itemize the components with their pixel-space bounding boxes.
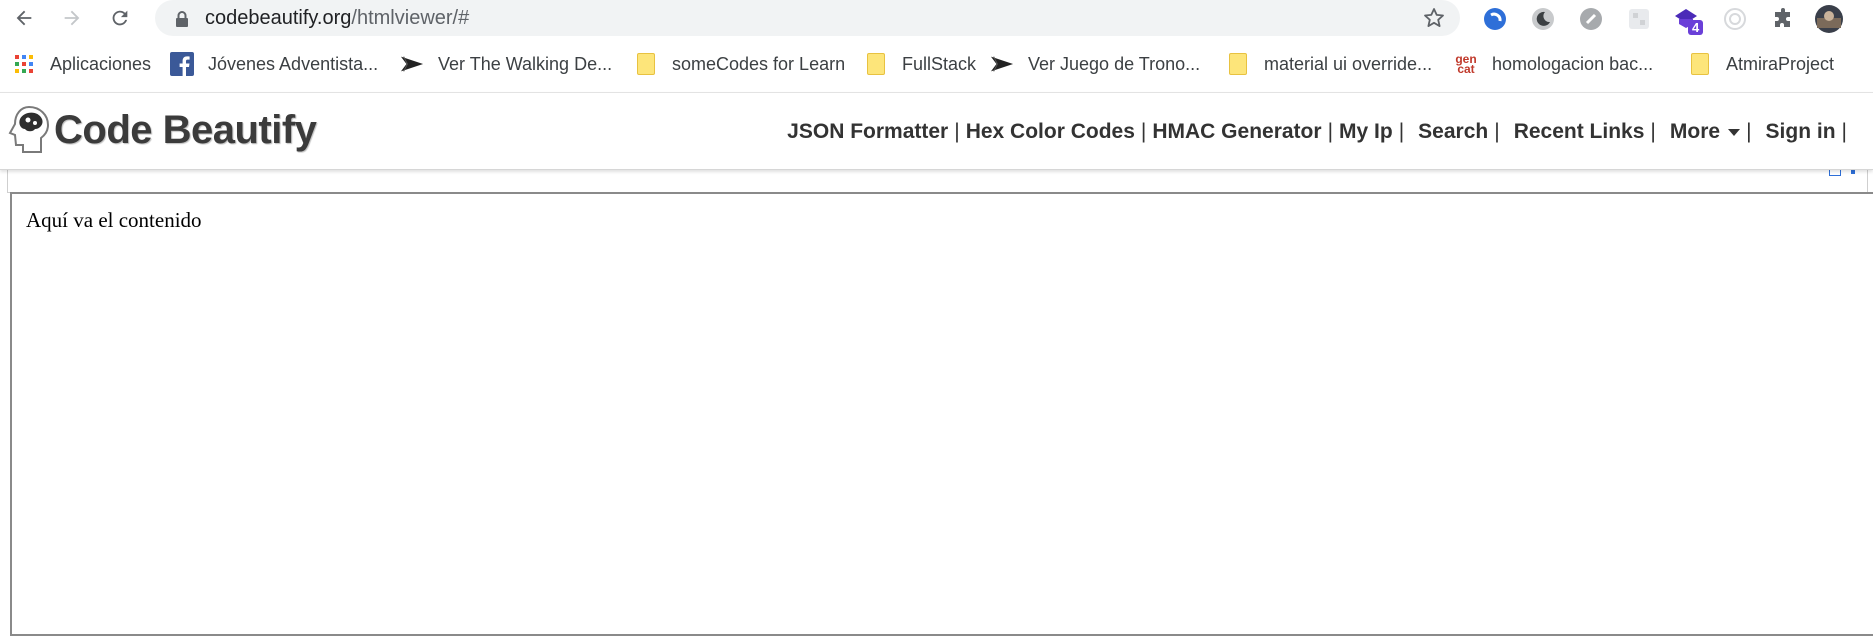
- bookmark-walking-dead[interactable]: Ver The Walking De...: [400, 50, 612, 78]
- site-nav-menu: JSON Formatter | Hex Color Codes | HMAC …: [787, 120, 1853, 144]
- logo-text: Code Beautify: [54, 107, 317, 152]
- nav-separator: |: [954, 120, 960, 143]
- back-arrow-icon: [16, 10, 32, 26]
- bookmark-label: Jóvenes Adventista...: [208, 53, 379, 74]
- bookmark-label: Ver Juego de Trono...: [1028, 53, 1201, 74]
- nav-hex-color-codes[interactable]: Hex Color Codes: [966, 120, 1135, 144]
- bookmark-homologacion[interactable]: gen cat homologacion bac...: [1454, 50, 1653, 78]
- extension-badge-count: 4: [1688, 20, 1704, 35]
- bookmark-atmira[interactable]: AtmiraProject: [1688, 50, 1834, 78]
- bookmark-juego-de-tronos[interactable]: Ver Juego de Trono...: [990, 50, 1200, 78]
- folder-icon: [1226, 52, 1250, 76]
- nav-more-dropdown[interactable]: More: [1669, 120, 1741, 144]
- site-icon: [990, 52, 1014, 76]
- url-host: codebeautify.org: [205, 7, 352, 29]
- grid-extension-icon[interactable]: [1624, 4, 1654, 34]
- bookmark-label: someCodes for Learn: [672, 53, 846, 74]
- url-path: /htmlviewer/#: [351, 7, 470, 29]
- bookmark-somecodes[interactable]: someCodes for Learn: [634, 50, 845, 78]
- nav-separator: |: [1650, 120, 1656, 143]
- dark-mode-icon[interactable]: [1528, 4, 1558, 34]
- bookmark-label: Ver The Walking De...: [438, 53, 613, 74]
- apps-grid-icon: [12, 52, 36, 76]
- gencat-icon: gen cat: [1454, 52, 1478, 76]
- nav-search[interactable]: Search: [1418, 120, 1488, 144]
- bookmark-label: homologacion bac...: [1492, 53, 1654, 74]
- target-icon[interactable]: [1720, 4, 1750, 34]
- nav-separator: |: [1327, 120, 1334, 143]
- bookmark-label: material ui override...: [1264, 53, 1433, 74]
- bookmark-label: Aplicaciones: [50, 53, 152, 74]
- profile-avatar[interactable]: [1814, 4, 1844, 34]
- reload-button[interactable]: [104, 2, 136, 34]
- lock-icon: [176, 11, 188, 27]
- puzzle-icon[interactable]: [1768, 4, 1798, 34]
- bookmark-jovenes[interactable]: Jóvenes Adventista...: [170, 50, 378, 78]
- folder-icon: [1688, 52, 1712, 76]
- extension-badge-icon[interactable]: 4: [1672, 4, 1704, 35]
- nav-json-formatter[interactable]: JSON Formatter: [787, 120, 948, 144]
- url-text[interactable]: codebeautify.org/htmlviewer/#: [205, 7, 469, 30]
- viewer-content-text: Aquí va el contenido: [26, 208, 202, 232]
- bookmark-material-ui[interactable]: material ui override...: [1226, 50, 1432, 78]
- bookmark-fullstack[interactable]: FullStack: [864, 50, 976, 78]
- viewer-toolbar-strip: [7, 164, 1868, 193]
- nav-more-label: More: [1669, 120, 1721, 143]
- nav-separator: |: [1841, 120, 1847, 143]
- head-gear-logo-icon: [8, 105, 50, 153]
- site-icon: [400, 52, 424, 76]
- forward-arrow-icon: [64, 10, 80, 26]
- bookmark-label: FullStack: [902, 53, 977, 74]
- site-logo[interactable]: Code Beautify: [6, 103, 317, 157]
- bookmark-aplicaciones[interactable]: Aplicaciones: [12, 50, 151, 78]
- site-header: Code Beautify JSON Formatter | Hex Color…: [0, 92, 1873, 170]
- reload-icon: [112, 10, 128, 26]
- bookmark-star-icon[interactable]: [1422, 6, 1446, 30]
- nav-separator: |: [1494, 120, 1500, 143]
- nav-separator: |: [1140, 120, 1147, 143]
- folder-icon: [634, 52, 658, 76]
- folder-icon: [864, 52, 888, 76]
- gencat-line2: cat: [1457, 62, 1475, 76]
- link-icon[interactable]: [1576, 4, 1606, 34]
- forward-button[interactable]: [56, 2, 88, 34]
- nav-hmac-generator[interactable]: HMAC Generator: [1152, 120, 1321, 144]
- extension-blue-icon[interactable]: [1480, 4, 1510, 34]
- back-button[interactable]: [8, 2, 40, 34]
- nav-separator: |: [1746, 120, 1752, 143]
- bookmarks-bar: Aplicaciones Jóvenes Adventista... Ver T…: [0, 44, 1873, 84]
- html-output-viewer[interactable]: Aquí va el contenido: [10, 192, 1873, 636]
- browser-toolbar: codebeautify.org/htmlviewer/# 4: [0, 0, 1873, 38]
- chevron-down-icon: [1728, 128, 1741, 136]
- nav-separator: |: [1398, 120, 1405, 143]
- facebook-icon: [170, 52, 194, 76]
- address-bar[interactable]: codebeautify.org/htmlviewer/#: [155, 0, 1460, 36]
- nav-sign-in[interactable]: Sign in: [1766, 120, 1836, 144]
- nav-my-ip[interactable]: My Ip: [1339, 120, 1393, 144]
- nav-recent-links[interactable]: Recent Links: [1514, 120, 1645, 144]
- bookmark-label: AtmiraProject: [1726, 53, 1835, 74]
